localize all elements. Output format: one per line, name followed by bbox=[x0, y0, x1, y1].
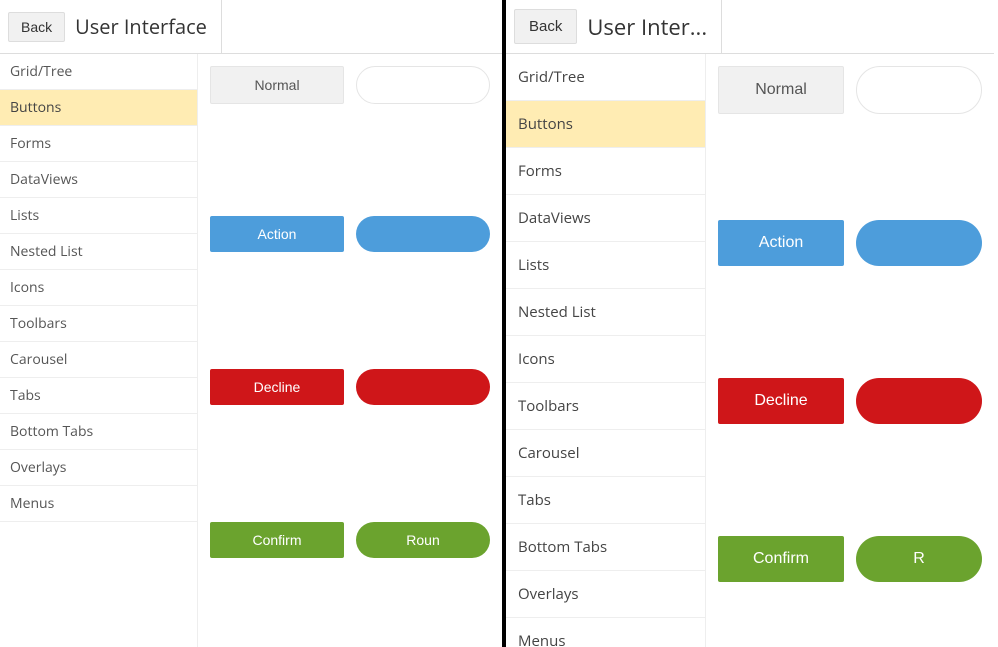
sidebar[interactable]: Grid/TreeButtonsFormsDataViewsListsNeste… bbox=[506, 54, 706, 647]
sidebar-item[interactable]: Menus bbox=[0, 486, 197, 522]
round-action-button[interactable] bbox=[356, 216, 490, 252]
sidebar-item[interactable]: Grid/Tree bbox=[506, 54, 705, 101]
decline-button[interactable]: Decline bbox=[718, 378, 844, 424]
confirm-button[interactable]: Confirm bbox=[210, 522, 344, 558]
sidebar-item[interactable]: Grid/Tree bbox=[0, 54, 197, 90]
spacer bbox=[718, 436, 982, 536]
button-row-action: Action bbox=[718, 220, 982, 266]
sidebar-item[interactable]: Nested List bbox=[0, 234, 197, 270]
spacer bbox=[210, 116, 490, 216]
round-normal-button[interactable] bbox=[356, 66, 490, 104]
spacer bbox=[718, 278, 982, 378]
sidebar-item[interactable]: Bottom Tabs bbox=[506, 524, 705, 571]
content: Normal Action Decline Confirm Roun bbox=[198, 54, 502, 647]
sidebar-item[interactable]: Bottom Tabs bbox=[0, 414, 197, 450]
sidebar-item[interactable]: Icons bbox=[0, 270, 197, 306]
header-divider bbox=[221, 0, 222, 53]
button-row-action: Action bbox=[210, 216, 490, 252]
sidebar-item[interactable]: Overlays bbox=[506, 571, 705, 618]
sidebar-item[interactable]: Menus bbox=[506, 618, 705, 647]
sidebar-item[interactable]: Toolbars bbox=[506, 383, 705, 430]
sidebar-item[interactable]: Buttons bbox=[506, 101, 705, 148]
spacer bbox=[210, 264, 490, 369]
panel-left: Back User Interface Grid/TreeButtonsForm… bbox=[0, 0, 506, 647]
round-decline-button[interactable] bbox=[356, 369, 490, 405]
button-row-normal: Normal bbox=[210, 66, 490, 104]
button-row-decline: Decline bbox=[210, 369, 490, 405]
back-button[interactable]: Back bbox=[8, 12, 65, 42]
action-button[interactable]: Action bbox=[210, 216, 344, 252]
button-row-confirm: Confirm R bbox=[718, 536, 982, 582]
body: Grid/TreeButtonsFormsDataViewsListsNeste… bbox=[0, 54, 502, 647]
sidebar-item[interactable]: Nested List bbox=[506, 289, 705, 336]
confirm-button[interactable]: Confirm bbox=[718, 536, 844, 582]
sidebar-item[interactable]: Lists bbox=[506, 242, 705, 289]
sidebar-item[interactable]: Buttons bbox=[0, 90, 197, 126]
sidebar-item[interactable]: Overlays bbox=[0, 450, 197, 486]
panel-right: Back User Inter... Grid/TreeButtonsForms… bbox=[506, 0, 994, 647]
normal-button[interactable]: Normal bbox=[210, 66, 344, 104]
button-row-decline: Decline bbox=[718, 378, 982, 424]
spacer bbox=[718, 126, 982, 220]
header-divider bbox=[721, 0, 722, 53]
action-button[interactable]: Action bbox=[718, 220, 844, 266]
header: Back User Interface bbox=[0, 0, 502, 54]
round-action-button[interactable] bbox=[856, 220, 982, 266]
round-confirm-button[interactable]: R bbox=[856, 536, 982, 582]
body: Grid/TreeButtonsFormsDataViewsListsNeste… bbox=[506, 54, 994, 647]
sidebar-item[interactable]: Carousel bbox=[506, 430, 705, 477]
sidebar-item[interactable]: Tabs bbox=[506, 477, 705, 524]
page-title: User Inter... bbox=[587, 12, 707, 42]
back-button[interactable]: Back bbox=[514, 9, 577, 44]
round-decline-button[interactable] bbox=[856, 378, 982, 424]
normal-button[interactable]: Normal bbox=[718, 66, 844, 114]
sidebar-item[interactable]: Forms bbox=[0, 126, 197, 162]
round-normal-button[interactable] bbox=[856, 66, 982, 114]
sidebar-item[interactable]: Lists bbox=[0, 198, 197, 234]
sidebar-item[interactable]: DataViews bbox=[506, 195, 705, 242]
sidebar-item[interactable]: Icons bbox=[506, 336, 705, 383]
button-row-normal: Normal bbox=[718, 66, 982, 114]
content: Normal Action Decline Confirm R bbox=[706, 54, 994, 647]
sidebar-item[interactable]: Toolbars bbox=[0, 306, 197, 342]
spacer bbox=[210, 417, 490, 522]
round-confirm-button[interactable]: Roun bbox=[356, 522, 490, 558]
sidebar-item[interactable]: DataViews bbox=[0, 162, 197, 198]
page-title: User Interface bbox=[75, 13, 207, 40]
sidebar-item[interactable]: Carousel bbox=[0, 342, 197, 378]
sidebar[interactable]: Grid/TreeButtonsFormsDataViewsListsNeste… bbox=[0, 54, 198, 647]
decline-button[interactable]: Decline bbox=[210, 369, 344, 405]
sidebar-item[interactable]: Forms bbox=[506, 148, 705, 195]
sidebar-item[interactable]: Tabs bbox=[0, 378, 197, 414]
header: Back User Inter... bbox=[506, 0, 994, 54]
button-row-confirm: Confirm Roun bbox=[210, 522, 490, 558]
